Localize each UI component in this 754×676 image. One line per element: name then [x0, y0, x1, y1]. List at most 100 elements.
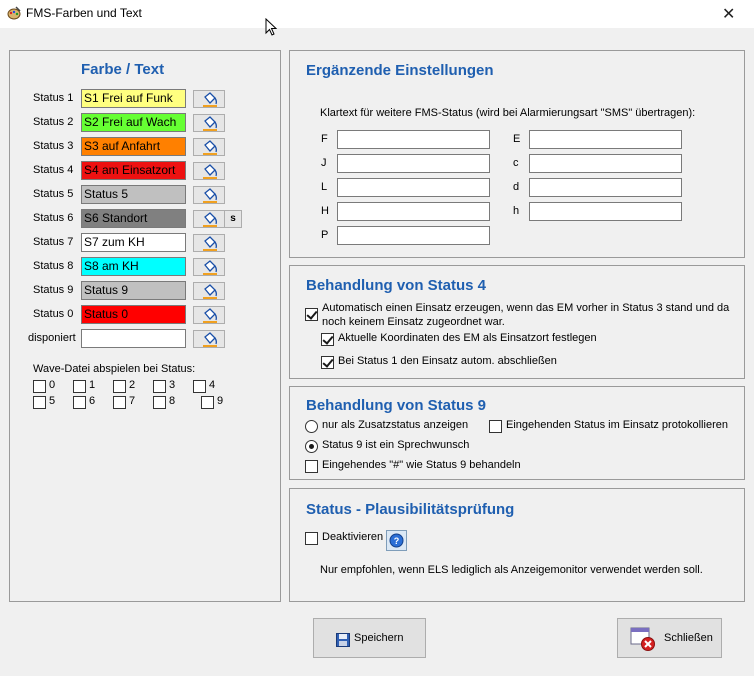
wave-checkbox-label: 9	[217, 395, 224, 407]
mouse-cursor-icon	[265, 18, 277, 36]
color-text-panel	[9, 50, 281, 602]
wave-checkbox[interactable]	[193, 380, 206, 393]
window-title: FMS-Farben und Text	[26, 6, 142, 20]
status-label: Status 0	[33, 308, 74, 320]
close-button[interactable]: Schließen	[617, 618, 722, 658]
color-picker-button[interactable]	[193, 186, 225, 204]
extra-settings-description: Klartext für weitere FMS-Status (wird be…	[320, 107, 696, 119]
extra-label: d	[513, 181, 520, 193]
plausibility-heading: Status - Plausibilitätsprüfung	[306, 501, 515, 518]
wave-checkbox-label: 5	[49, 395, 56, 407]
paint-bucket-icon	[203, 116, 217, 131]
save-button-label: Speichern	[354, 632, 404, 644]
status-label: Status 9	[33, 284, 74, 296]
extra-text-input[interactable]	[337, 154, 490, 173]
title-bar: FMS-Farben und Text ✕	[0, 0, 754, 28]
status-text-field[interactable]: S1 Frei auf Funk	[81, 89, 186, 108]
palette-icon	[7, 6, 21, 20]
status-label: Status 3	[33, 140, 74, 152]
standort-s-button[interactable]: s	[224, 210, 242, 228]
hash-checkbox[interactable]	[305, 460, 318, 473]
extra-text-input[interactable]	[337, 202, 490, 221]
window-close-button[interactable]: ✕	[722, 4, 735, 24]
coords-checkbox[interactable]	[321, 333, 334, 346]
wave-checkbox-label: 1	[89, 379, 96, 391]
extra-label: P	[321, 229, 329, 241]
status-text-field[interactable]: S2 Frei auf Wach	[81, 113, 186, 132]
plausibility-note: Nur empfohlen, wenn ELS lediglich als An…	[320, 564, 703, 576]
status-text-field[interactable]: S8 am KH	[81, 257, 186, 276]
wave-checkbox[interactable]	[73, 380, 86, 393]
extra-label: J	[321, 157, 327, 169]
color-picker-button[interactable]	[193, 282, 225, 300]
paint-bucket-icon	[203, 260, 217, 275]
status-text-field[interactable]: S3 auf Anfahrt	[81, 137, 186, 156]
wave-checkbox[interactable]	[153, 396, 166, 409]
wave-checkbox-label: 2	[129, 379, 136, 391]
extra-text-input[interactable]	[337, 130, 490, 149]
help-button[interactable]: ?	[386, 530, 407, 551]
radio-zusatzstatus-label: nur als Zusatzstatus anzeigen	[322, 419, 469, 431]
extra-label: F	[321, 133, 328, 145]
color-picker-button[interactable]	[193, 210, 225, 228]
status-text-field[interactable]	[81, 329, 186, 348]
extra-text-input[interactable]	[337, 226, 490, 245]
auto-create-checkbox[interactable]	[305, 308, 318, 321]
color-picker-button[interactable]	[193, 330, 225, 348]
status-text-field[interactable]: Status 9	[81, 281, 186, 300]
protokoll-checkbox[interactable]	[489, 420, 502, 433]
status-label: Status 2	[33, 116, 74, 128]
status-label: Status 6	[33, 212, 74, 224]
extra-label: L	[321, 181, 328, 193]
status-text-field[interactable]: S6 Standort	[81, 209, 186, 228]
wave-checkbox-label: 3	[169, 379, 176, 391]
color-picker-button[interactable]	[193, 114, 225, 132]
status-label: Status 8	[33, 260, 74, 272]
status4-heading: Behandlung von Status 4	[306, 277, 487, 294]
extra-text-input[interactable]	[529, 202, 682, 221]
status-text-field[interactable]: Status 0	[81, 305, 186, 324]
wave-checkbox-label: 8	[169, 395, 176, 407]
color-picker-button[interactable]	[193, 90, 225, 108]
wave-checkbox[interactable]	[201, 396, 214, 409]
color-picker-button[interactable]	[193, 306, 225, 324]
radio-sprechwunsch[interactable]	[305, 440, 318, 453]
close-status1-checkbox[interactable]	[321, 356, 334, 369]
wave-checkbox[interactable]	[113, 396, 126, 409]
color-picker-button[interactable]	[193, 162, 225, 180]
extra-text-input[interactable]	[529, 178, 682, 197]
wave-checkbox[interactable]	[33, 380, 46, 393]
status-label: disponiert	[28, 332, 76, 344]
close-button-label: Schließen	[664, 632, 713, 644]
wave-checkbox[interactable]	[33, 396, 46, 409]
status-text-field[interactable]: S4 am Einsatzort	[81, 161, 186, 180]
status-label: Status 4	[33, 164, 74, 176]
help-icon: ?	[389, 533, 404, 548]
wave-checkbox[interactable]	[153, 380, 166, 393]
status-label: Status 7	[33, 236, 74, 248]
deactivate-checkbox[interactable]	[305, 532, 318, 545]
color-picker-button[interactable]	[193, 138, 225, 156]
status-text-field[interactable]: S7 zum KH	[81, 233, 186, 252]
paint-bucket-icon	[203, 236, 217, 251]
extra-text-input[interactable]	[529, 154, 682, 173]
extra-text-input[interactable]	[529, 130, 682, 149]
svg-text:?: ?	[394, 536, 400, 546]
deactivate-label: Deaktivieren	[322, 531, 384, 543]
wave-checkbox-label: 7	[129, 395, 136, 407]
save-button[interactable]: Speichern	[313, 618, 426, 658]
paint-bucket-icon	[203, 284, 217, 299]
auto-create-label-line2: noch keinem Einsatz zugeordnet war.	[322, 316, 505, 328]
wave-checkbox[interactable]	[73, 396, 86, 409]
extra-text-input[interactable]	[337, 178, 490, 197]
radio-zusatzstatus[interactable]	[305, 420, 318, 433]
color-text-heading: Farbe / Text	[81, 61, 165, 78]
status-text-field[interactable]: Status 5	[81, 185, 186, 204]
color-picker-button[interactable]	[193, 258, 225, 276]
wave-checkbox[interactable]	[113, 380, 126, 393]
paint-bucket-icon	[203, 332, 217, 347]
wave-checkbox-label: 4	[209, 379, 216, 391]
paint-bucket-icon	[203, 140, 217, 155]
floppy-icon	[336, 633, 350, 647]
color-picker-button[interactable]	[193, 234, 225, 252]
